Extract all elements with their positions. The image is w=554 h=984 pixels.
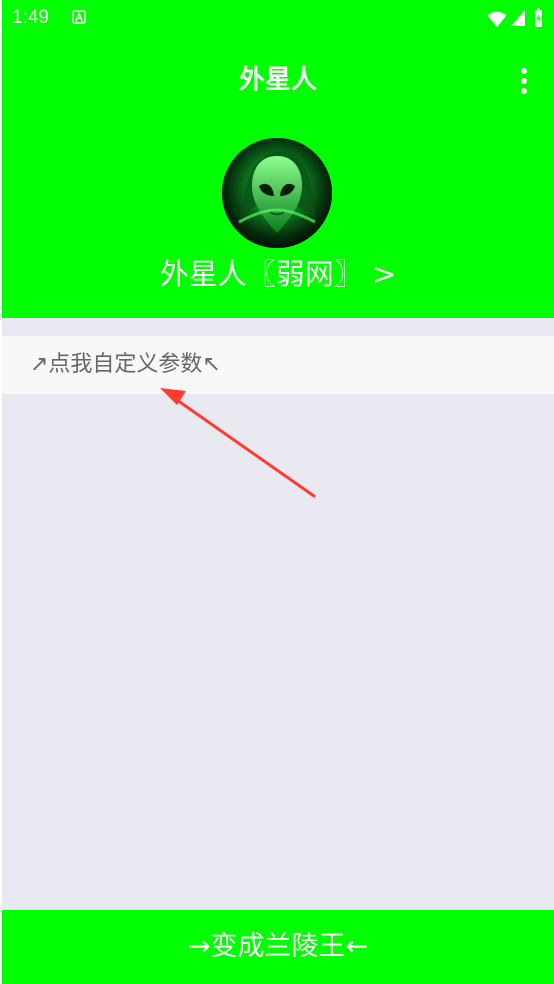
status-bar: 1:49	[2, 0, 554, 38]
custom-params-row[interactable]: ↗点我自定义参数↖	[2, 336, 554, 394]
battery-icon	[535, 8, 542, 27]
custom-params-label: ↗点我自定义参数↖	[30, 352, 221, 377]
page-title: 外星人	[238, 65, 317, 95]
avatar[interactable]	[222, 138, 332, 248]
become-lanlingwang-button[interactable]: →变成兰陵王←	[2, 910, 554, 984]
content-area: ↗点我自定义参数↖	[2, 318, 554, 910]
red-arrow-icon	[160, 388, 316, 498]
alien-avatar-icon	[222, 138, 332, 248]
header: 1:49 外星人 外星人〖弱网〗 >	[2, 0, 554, 318]
profile-name-link[interactable]: 外星人〖弱网〗 >	[2, 253, 554, 295]
app-screen: 1:49 外星人 外星人〖弱网〗 > ↗点我自定义参数↖ →变成兰陵王←	[2, 0, 554, 984]
status-time: 1:49	[12, 7, 49, 28]
wifi-icon	[487, 11, 507, 27]
more-vert-icon[interactable]	[512, 64, 536, 98]
a-icon	[72, 10, 86, 24]
signal-icon	[511, 10, 525, 26]
